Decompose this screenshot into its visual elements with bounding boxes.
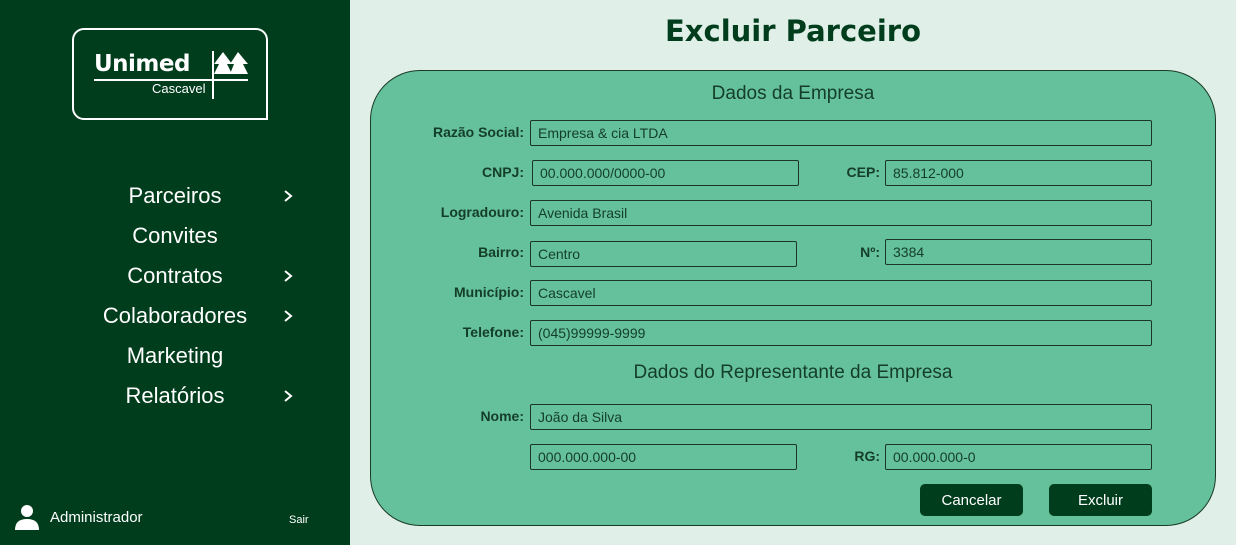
municipio-field[interactable]: [530, 280, 1152, 306]
nav-label: Parceiros: [128, 183, 222, 208]
logradouro-field[interactable]: [530, 200, 1152, 226]
cnpj-label: CNPJ:: [481, 164, 524, 180]
nav-item-parceiros[interactable]: Parceiros: [0, 176, 350, 216]
chevron-right-icon: [284, 270, 293, 282]
nav-label: Contratos: [127, 263, 223, 288]
logout-link[interactable]: Sair: [289, 514, 309, 526]
bairro-field[interactable]: [530, 241, 797, 267]
page-title: Excluir Parceiro: [664, 14, 921, 48]
cnpj-field[interactable]: [532, 160, 799, 186]
cpf-field[interactable]: [530, 444, 797, 470]
cancel-button[interactable]: Cancelar: [920, 484, 1023, 516]
nav-label: Marketing: [126, 343, 224, 368]
cep-label: CEP:: [846, 164, 880, 180]
unimed-tree-icon: [214, 52, 248, 74]
nav-item-contratos[interactable]: Contratos: [0, 256, 350, 296]
main-nav: Parceiros Convites Contratos Colaborador…: [0, 176, 350, 416]
chevron-right-icon: [284, 310, 293, 322]
chevron-right-icon: [284, 390, 293, 402]
cep-field[interactable]: [885, 160, 1152, 186]
nome-label: Nome:: [480, 408, 524, 424]
representative-section-title: Dados do Representante da Empresa: [633, 362, 953, 383]
company-section-title: Dados da Empresa: [711, 83, 875, 104]
nav-item-colaboradores[interactable]: Colaboradores: [0, 296, 350, 336]
numero-label: Nº:: [860, 244, 880, 260]
municipio-label: Município:: [454, 284, 524, 300]
sidebar: Unimed Cascavel Parceiros Convites Contr…: [0, 0, 350, 545]
chevron-right-icon: [284, 190, 293, 202]
logo-city: Cascavel: [152, 81, 206, 96]
logradouro-label: Logradouro:: [440, 204, 524, 220]
nav-item-convites[interactable]: Convites: [0, 216, 350, 256]
user-icon: [15, 505, 39, 530]
user-name: Administrador: [50, 508, 143, 526]
user-profile: Administrador: [14, 504, 143, 530]
nav-item-marketing[interactable]: Marketing: [0, 336, 350, 376]
delete-button[interactable]: Excluir: [1049, 484, 1152, 516]
bairro-label: Bairro:: [478, 244, 524, 260]
nav-label: Convites: [132, 223, 218, 248]
razao-social-field[interactable]: [530, 120, 1152, 146]
unimed-logo: Unimed Cascavel: [72, 28, 268, 120]
rg-field[interactable]: [885, 444, 1152, 470]
rg-label: RG:: [854, 448, 880, 464]
nav-item-relatorios[interactable]: Relatórios: [0, 376, 350, 416]
telefone-label: Telefone:: [462, 324, 524, 340]
partner-form-card: Dados da Empresa Razão Social: CNPJ: CEP…: [370, 70, 1216, 526]
telefone-field[interactable]: [530, 320, 1152, 346]
logo-name: Unimed: [94, 51, 190, 77]
nav-label: Colaboradores: [102, 303, 248, 328]
numero-field[interactable]: [885, 239, 1152, 265]
nome-field[interactable]: [530, 404, 1152, 430]
nav-label: Relatórios: [125, 383, 225, 408]
razao-social-label: Razão Social:: [432, 124, 524, 140]
